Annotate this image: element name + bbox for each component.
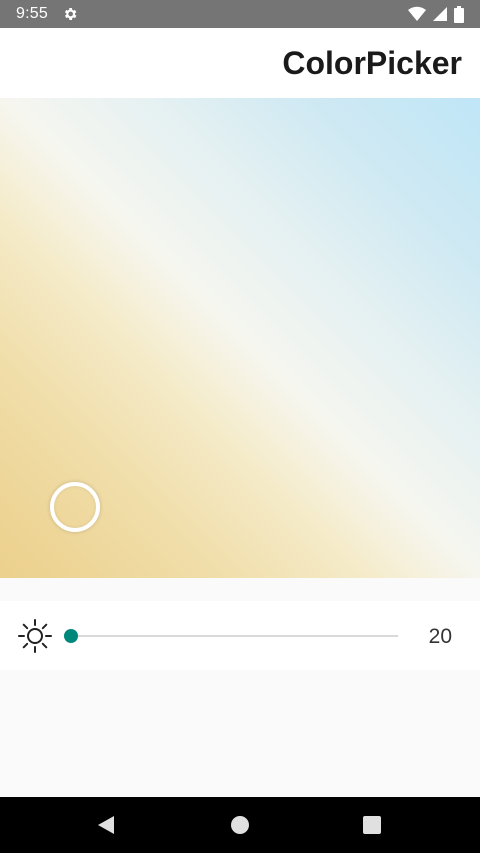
color-selector-thumb[interactable] <box>50 482 100 532</box>
status-time: 9:55 <box>16 5 48 22</box>
screen: 9:55 ColorPicker 20 <box>0 0 480 853</box>
brightness-icon <box>17 618 53 654</box>
brightness-value: 20 <box>428 625 452 648</box>
battery-icon <box>454 5 464 23</box>
color-plane[interactable] <box>0 98 480 578</box>
navigation-bar <box>0 797 480 853</box>
brightness-slider-thumb[interactable] <box>64 629 78 643</box>
home-icon[interactable] <box>230 815 250 840</box>
status-bar: 9:55 <box>0 0 480 28</box>
recents-icon[interactable] <box>362 815 382 840</box>
app-bar: ColorPicker <box>0 28 480 98</box>
brightness-slider-track[interactable] <box>70 635 398 637</box>
back-icon[interactable] <box>96 815 116 840</box>
settings-icon <box>62 6 78 22</box>
brightness-row: 20 <box>0 601 480 670</box>
app-title: ColorPicker <box>282 44 462 81</box>
status-icons <box>408 5 464 23</box>
signal-icon <box>432 6 448 22</box>
wifi-icon <box>408 6 426 22</box>
